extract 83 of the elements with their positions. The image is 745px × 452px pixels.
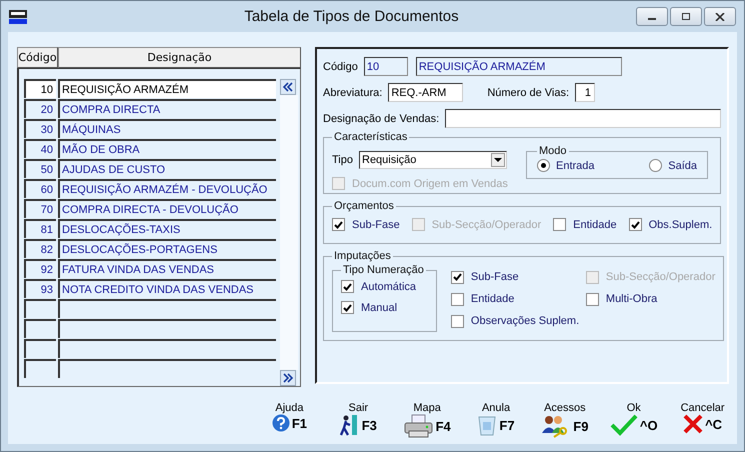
table-cell[interactable]: DESLOCAÇÕES-PORTAGENS xyxy=(58,239,276,258)
close-button[interactable] xyxy=(704,7,736,26)
empty-cell xyxy=(24,359,56,378)
checkmark-icon xyxy=(610,414,638,436)
window-title: Tabela de Tipos de Documentos xyxy=(243,8,460,25)
option-checkbox[interactable]: Observações Suplem. xyxy=(450,314,586,328)
mode-radio[interactable]: Entrada xyxy=(537,159,595,172)
table-cell[interactable]: 50 xyxy=(24,159,56,178)
mode-radio[interactable]: Saída xyxy=(649,159,697,172)
column-header[interactable]: Código xyxy=(17,47,58,68)
empty-cell xyxy=(24,339,56,358)
help-icon xyxy=(272,414,290,432)
table-cell[interactable]: AJUDAS DE CUSTO xyxy=(58,159,276,178)
option-checkbox[interactable]: Sub-Fase xyxy=(450,270,586,284)
close-icon xyxy=(683,414,704,434)
toolbar-button[interactable]: Ajuda F1 xyxy=(255,402,324,438)
code-field: 10 xyxy=(364,57,408,76)
table-cell[interactable]: 93 xyxy=(24,279,56,298)
option-checkbox[interactable]: Entidade xyxy=(553,218,617,231)
checkmark-icon xyxy=(630,220,640,228)
checkmark-icon xyxy=(343,304,352,312)
recycle-bin-icon xyxy=(477,414,498,436)
field-label: Abreviatura: xyxy=(323,86,382,98)
option-checkbox[interactable]: Multi-Obra xyxy=(586,292,716,306)
table-cell[interactable]: 82 xyxy=(24,239,56,258)
walking-person-icon xyxy=(340,414,360,436)
option-checkbox[interactable]: Entidade xyxy=(450,292,586,306)
copies-field[interactable]: 1 xyxy=(575,83,596,102)
group-title: Imputações xyxy=(333,250,392,262)
table-cell[interactable]: NOTA CREDITO VINDA DAS VENDAS xyxy=(58,279,276,298)
table-cell[interactable]: MÁQUINAS xyxy=(58,119,276,138)
toolbar-button[interactable]: Sair F3 xyxy=(324,402,393,438)
column-header[interactable]: Designação xyxy=(58,47,301,68)
table-cell[interactable]: REQUISIÇÃO ARMAZÉM - DEVOLUÇÃO xyxy=(58,179,276,198)
empty-cell xyxy=(24,319,56,338)
table-cell[interactable]: COMPRA DIRECTA - DEVOLUÇÃO xyxy=(58,199,276,218)
sales-name-field[interactable] xyxy=(445,109,721,128)
field-label: Código xyxy=(323,60,358,72)
toolbar-button[interactable]: Anula F7 xyxy=(462,402,530,438)
table-cell[interactable]: 20 xyxy=(24,99,56,118)
table-cell[interactable]: 40 xyxy=(24,139,56,158)
app-icon xyxy=(9,10,27,24)
table-cell[interactable]: 70 xyxy=(24,199,56,218)
table-cell[interactable]: 92 xyxy=(24,259,56,278)
empty-cell xyxy=(24,299,56,318)
checkmark-icon xyxy=(343,282,352,290)
table-cell[interactable]: MÃO DE OBRA xyxy=(58,139,276,158)
checkmark-icon xyxy=(334,220,343,228)
toolbar-button[interactable]: Acessos F9 xyxy=(530,402,600,438)
group-title: Características xyxy=(333,131,408,143)
option-checkbox[interactable]: Obs.Suplem. xyxy=(628,218,712,231)
table-cell[interactable]: REQUISIÇÃO ARMAZÉM xyxy=(58,79,276,98)
option-checkbox[interactable]: Sub-Fase xyxy=(332,218,400,231)
maximize-icon xyxy=(681,12,691,20)
table-cell[interactable]: 30 xyxy=(24,119,56,138)
field-label: Tipo xyxy=(332,154,353,166)
close-icon xyxy=(715,12,725,20)
printer-icon xyxy=(404,414,434,438)
scroll-up-button[interactable] xyxy=(280,79,296,95)
group-title: Orçamentos xyxy=(333,200,395,212)
table-cell[interactable]: FATURA VINDA DAS VENDAS xyxy=(58,259,276,278)
name-field: REQUISIÇÃO ARMAZÉM xyxy=(416,57,622,76)
dropdown-arrow-icon xyxy=(494,158,502,162)
toolbar-button[interactable]: Cancelar ^C xyxy=(668,402,738,438)
scroll-down-button[interactable] xyxy=(280,370,296,386)
abbreviation-field[interactable]: REQ.-ARM xyxy=(388,83,464,102)
numbering-checkbox[interactable]: Manual xyxy=(341,301,426,314)
group-title: Modo xyxy=(538,145,568,157)
table-cell[interactable]: 81 xyxy=(24,219,56,238)
maximize-button[interactable] xyxy=(670,7,702,26)
toolbar-button[interactable]: Ok ^O xyxy=(599,402,668,438)
toolbar-button[interactable]: Mapa F4 xyxy=(392,402,462,438)
group-title: Tipo Numeração xyxy=(342,264,425,276)
checkmark-icon xyxy=(452,273,462,281)
numbering-checkbox[interactable]: Automática xyxy=(341,280,426,293)
minimize-button[interactable] xyxy=(636,7,668,26)
table-cell[interactable]: 60 xyxy=(24,179,56,198)
field-label: Número de Vias: xyxy=(487,86,570,98)
table-cell[interactable]: 10 xyxy=(24,79,56,98)
table-cell[interactable]: COMPRA DIRECTA xyxy=(58,99,276,118)
table-cell[interactable]: DESLOCAÇÕES-TAXIS xyxy=(58,219,276,238)
type-dropdown[interactable]: Requisição xyxy=(359,151,507,169)
field-label: Designação de Vendas: xyxy=(323,112,440,124)
